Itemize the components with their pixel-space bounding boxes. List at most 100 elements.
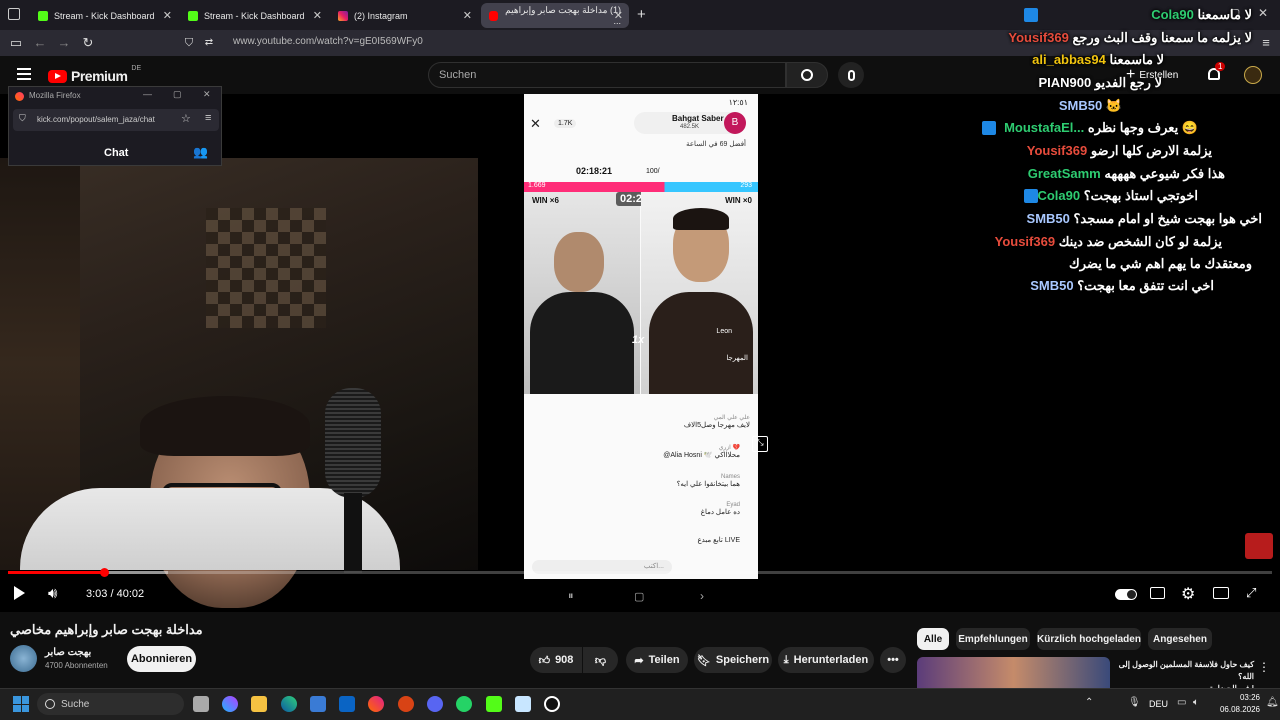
- tab-kick-dashboard-2[interactable]: Stream - Kick Dashboard ✕: [180, 3, 328, 28]
- scrubber-handle[interactable]: [100, 568, 109, 577]
- chessboard-wall-art: [206, 208, 326, 328]
- notifications-button[interactable]: 1: [1206, 62, 1226, 84]
- bookmark-star-icon[interactable]: ☆: [181, 112, 191, 125]
- video-title: مداخلة بهجت صابر وإبراهيم مخاصي: [10, 622, 203, 637]
- dislike-button[interactable]: 👎︎: [583, 647, 618, 673]
- create-button[interactable]: + Erstellen: [1126, 65, 1178, 85]
- forward-icon[interactable]: →: [56, 35, 72, 51]
- language-indicator[interactable]: DEU: [1149, 699, 1168, 709]
- reload-icon[interactable]: ↻: [80, 35, 96, 51]
- minimize-icon[interactable]: —: [1198, 7, 1210, 21]
- copilot-icon[interactable]: [222, 696, 238, 712]
- chip-empfehlungen[interactable]: Empfehlungen: [956, 628, 1030, 650]
- host-avatar: B: [724, 112, 746, 134]
- chip-alle[interactable]: Alle: [917, 628, 949, 650]
- like-button[interactable]: 👍︎ 908: [530, 647, 582, 673]
- theater-mode-icon[interactable]: [1213, 587, 1229, 599]
- tab-instagram[interactable]: (2) Instagram ✕: [330, 3, 478, 28]
- recommended-thumbnail[interactable]: [917, 657, 1110, 688]
- search-input[interactable]: Suchen: [428, 62, 786, 88]
- taskbar-search-label: Suche: [61, 698, 90, 710]
- battle-right-video: WIN ×0 Leon المهرجا: [641, 192, 758, 394]
- outlook-icon[interactable]: [339, 696, 355, 712]
- media-player-icon[interactable]: [544, 696, 560, 712]
- task-view-icon[interactable]: [193, 696, 209, 712]
- taskbar-search[interactable]: Suche: [37, 693, 184, 715]
- phone-comment: Names هما بيتخانقوا علي ايه؟: [676, 474, 740, 488]
- save-button[interactable]: 🔖︎ Speichern: [694, 647, 772, 673]
- chapter-stop-icon[interactable]: ▢: [634, 590, 644, 603]
- window-app-icon[interactable]: [515, 696, 531, 712]
- clock[interactable]: 03:26 06.08.2026: [1212, 692, 1260, 716]
- recommended-menu-icon[interactable]: ⋮: [1258, 660, 1270, 674]
- webcam-video: [0, 158, 478, 608]
- kick-app-icon[interactable]: [486, 696, 502, 712]
- search-button[interactable]: [786, 62, 828, 88]
- popout-maximize-icon[interactable]: ▢: [173, 89, 182, 100]
- subtitles-icon[interactable]: [1150, 587, 1165, 599]
- hamburger-menu-icon[interactable]: [17, 68, 31, 80]
- tray-chevron-icon[interactable]: ⌃: [1085, 697, 1093, 708]
- menu-icon[interactable]: ≡: [1258, 35, 1274, 51]
- phone-screen-recording: ١٢:٥١ ✕ 1.7K Bahgat Saber 482.5K B أفضل …: [524, 94, 758, 579]
- sidebar-toggle-icon[interactable]: ▭: [8, 35, 24, 51]
- phone-comment: تابع مبدع LIVE: [697, 537, 740, 544]
- chip-kuerzlich[interactable]: Kürzlich hochgeladen: [1037, 628, 1141, 650]
- close-icon[interactable]: ✕: [163, 9, 172, 22]
- popout-url-bar[interactable]: ⛉ kick.com/popout/salem_jaza/chat ☆ ≡: [13, 109, 219, 131]
- close-icon[interactable]: ✕: [614, 9, 623, 22]
- notification-bell-icon[interactable]: 🔔︎: [1266, 697, 1279, 708]
- close-icon[interactable]: ✕: [463, 9, 472, 22]
- discord-icon[interactable]: [427, 696, 443, 712]
- popout-menu-icon[interactable]: ≡: [205, 112, 211, 124]
- subscribe-button[interactable]: Abonnieren: [127, 646, 196, 672]
- tab-kick-dashboard-1[interactable]: Stream - Kick Dashboard ✕: [30, 3, 178, 28]
- voice-search-button[interactable]: [838, 62, 864, 88]
- tab-youtube-active[interactable]: (1) مداخلة بهجت صابر وإبراهيم ... ✕: [481, 3, 629, 28]
- settings-gear-icon[interactable]: ⚙: [1181, 584, 1195, 604]
- whatsapp-icon[interactable]: [456, 696, 472, 712]
- url-field[interactable]: www.youtube.com/watch?v=gE0I569WFy0: [233, 36, 423, 47]
- autoplay-toggle[interactable]: [1115, 589, 1137, 600]
- channel-name[interactable]: بهجت صابر: [45, 647, 91, 658]
- tab-overview-icon[interactable]: [8, 8, 20, 20]
- new-tab-icon[interactable]: +: [637, 6, 646, 23]
- chat-users-icon[interactable]: 👥: [193, 145, 208, 159]
- back-icon[interactable]: ←: [32, 35, 48, 51]
- popout-close-icon[interactable]: ✕: [203, 89, 211, 100]
- expand-icon[interactable]: ⤡: [752, 436, 768, 452]
- close-window-icon[interactable]: ✕: [1258, 6, 1268, 20]
- windows-start-icon[interactable]: [13, 696, 29, 712]
- share-button[interactable]: ➦ Teilen: [626, 647, 688, 673]
- speaker-icon[interactable]: 🔈︎: [1193, 697, 1199, 708]
- account-avatar[interactable]: [1244, 66, 1262, 84]
- network-icon[interactable]: ▭: [1177, 697, 1186, 708]
- download-button[interactable]: ⤓ Herunterladen: [778, 647, 874, 673]
- chip-angesehen[interactable]: Angesehen: [1148, 628, 1212, 650]
- youtube-logo[interactable]: Premium DE: [48, 65, 141, 84]
- maximize-icon[interactable]: ▢: [1229, 6, 1240, 20]
- firefox-icon[interactable]: [368, 696, 384, 712]
- channel-avatar[interactable]: [10, 645, 37, 672]
- volume-button[interactable]: 🔊︎: [48, 585, 57, 602]
- store-icon[interactable]: [310, 696, 326, 712]
- progress-bar[interactable]: [8, 571, 1272, 574]
- close-icon[interactable]: ✕: [313, 9, 322, 22]
- instagram-icon: [338, 10, 348, 21]
- like-count: 908: [555, 654, 574, 666]
- permissions-icon[interactable]: ⇄: [201, 35, 217, 51]
- tray-mic-icon[interactable]: 🎙︎: [1128, 697, 1141, 708]
- chapter-prev-icon[interactable]: ⏸: [568, 590, 574, 603]
- file-explorer-icon[interactable]: [251, 696, 267, 712]
- more-actions-button[interactable]: •••: [880, 647, 906, 673]
- phone-comment: علي علي المي لايف مهرجا وصل5الاف: [683, 415, 750, 429]
- app-icon[interactable]: [398, 696, 414, 712]
- right-guest-body: [649, 292, 753, 394]
- shield-icon[interactable]: ⛉: [181, 35, 197, 51]
- popout-minimize-icon[interactable]: —: [143, 89, 152, 99]
- chapter-next-icon[interactable]: ›: [700, 589, 704, 603]
- play-button[interactable]: [14, 586, 25, 603]
- kick-icon: [188, 10, 198, 21]
- edge-icon[interactable]: [281, 696, 297, 712]
- fullscreen-icon[interactable]: ⤢: [1246, 585, 1256, 601]
